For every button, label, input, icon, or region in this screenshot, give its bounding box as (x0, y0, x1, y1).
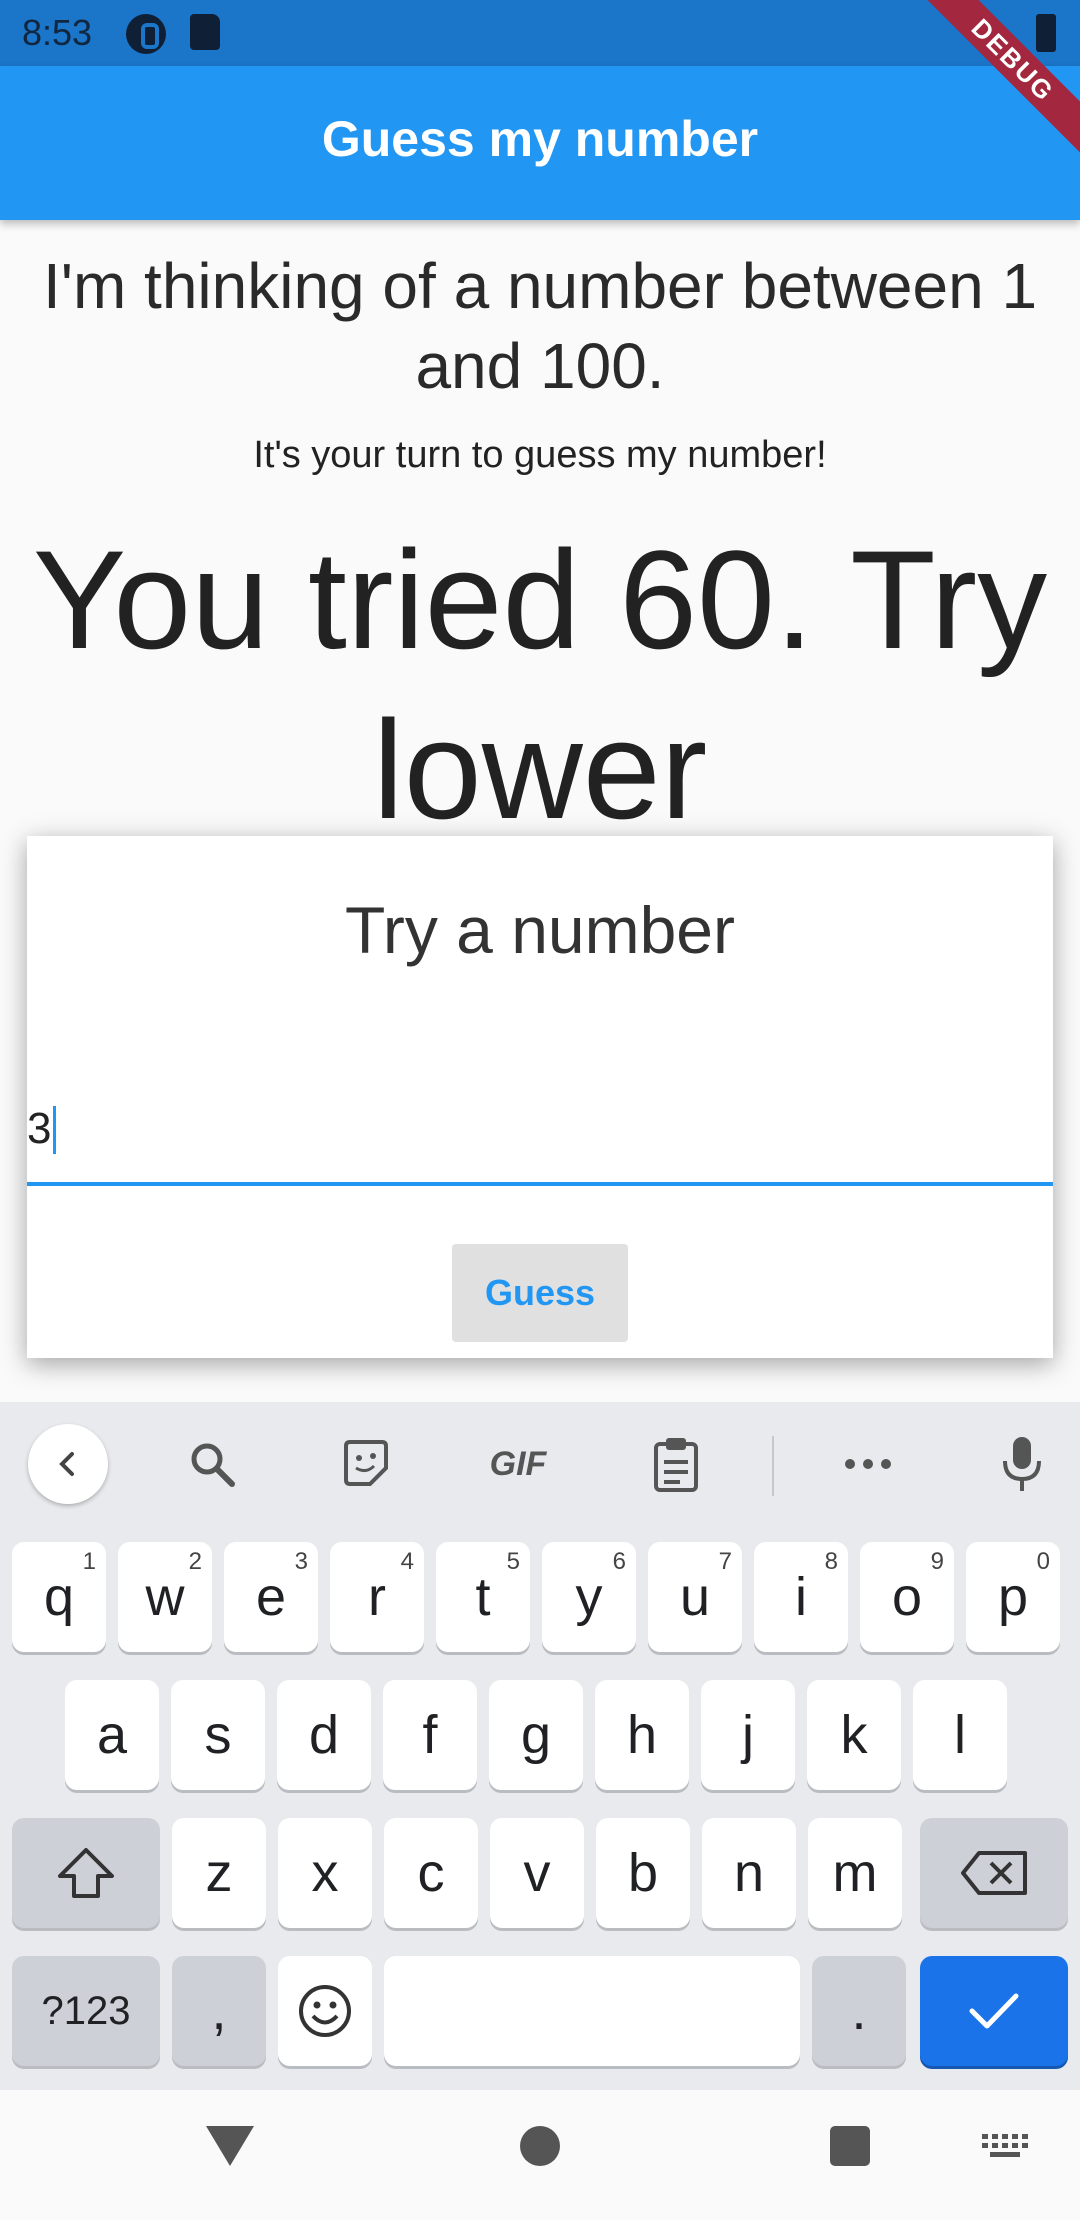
status-bar: 8:53 (0, 0, 1080, 66)
status-time: 8:53 (22, 12, 93, 53)
key-q[interactable]: q1 (12, 1542, 106, 1652)
key-label: y (575, 1567, 603, 1627)
number-input[interactable] (27, 1086, 1053, 1186)
key-f[interactable]: f (383, 1680, 477, 1790)
key-label: w (145, 1567, 185, 1627)
emoji-key[interactable] (278, 1956, 372, 2066)
guess-dialog: Try a number Guess (27, 836, 1053, 1358)
symbols-key[interactable]: ?123 (12, 1956, 160, 2066)
toolbar-divider (772, 1436, 774, 1496)
key-hint: 2 (188, 1548, 202, 1575)
key-z[interactable]: z (172, 1818, 266, 1928)
soft-keyboard: GIF q1 w2 e3 r4 t5 y6 u7 i8 o9 p0 a s d … (0, 1402, 1080, 2090)
keyboard-sticker-button[interactable] (326, 1424, 406, 1504)
key-label: r (368, 1567, 386, 1627)
navigation-bar (0, 2090, 1080, 2220)
battery-icon (1036, 14, 1056, 52)
key-label: i (795, 1567, 807, 1627)
search-icon (191, 1443, 235, 1487)
key-e[interactable]: e3 (224, 1542, 318, 1652)
microphone-icon (1003, 1437, 1041, 1491)
nav-recents-icon[interactable] (830, 2126, 870, 2166)
key-hint: 7 (718, 1548, 732, 1575)
key-hint: 3 (294, 1548, 308, 1575)
shift-key[interactable] (12, 1818, 160, 1928)
backspace-icon (961, 1851, 1027, 1895)
key-k[interactable]: k (807, 1680, 901, 1790)
key-s[interactable]: s (171, 1680, 265, 1790)
app-bar-title: Guess my number (321, 111, 759, 167)
key-m[interactable]: m (808, 1818, 902, 1928)
backspace-key[interactable] (920, 1818, 1068, 1928)
key-c[interactable]: c (384, 1818, 478, 1928)
key-label: q (43, 1567, 75, 1627)
shift-icon (58, 1848, 114, 1898)
key-o[interactable]: o9 (860, 1542, 954, 1652)
key-a[interactable]: a (65, 1680, 159, 1790)
text-caret (53, 1106, 56, 1154)
checkmark-icon (969, 1993, 1019, 2029)
keyboard-voice-button[interactable] (982, 1424, 1062, 1504)
sd-card-icon (190, 14, 220, 50)
key-label: p (997, 1567, 1029, 1627)
key-label: t (475, 1567, 491, 1627)
key-label: o (891, 1567, 923, 1627)
key-j[interactable]: j (701, 1680, 795, 1790)
keyboard-search-button[interactable] (172, 1424, 252, 1504)
dialog-title: Try a number (344, 893, 735, 967)
key-hint: 4 (400, 1548, 414, 1575)
key-r[interactable]: r4 (330, 1542, 424, 1652)
comma-key[interactable]: , (172, 1956, 266, 2066)
guess-feedback: You tried 60. Try lower (32, 521, 1048, 848)
notification-app-icon (126, 14, 166, 54)
key-l[interactable]: l (913, 1680, 1007, 1790)
key-hint: 9 (930, 1548, 944, 1575)
more-horizontal-icon (845, 1459, 891, 1469)
sticker-icon (344, 1440, 388, 1486)
key-hint: 6 (612, 1548, 626, 1575)
key-x[interactable]: x (278, 1818, 372, 1928)
key-b[interactable]: b (596, 1818, 690, 1928)
key-i[interactable]: i8 (754, 1542, 848, 1652)
space-key[interactable] (384, 1956, 800, 2066)
key-h[interactable]: h (595, 1680, 689, 1790)
chevron-left-icon (59, 1452, 74, 1476)
key-d[interactable]: d (277, 1680, 371, 1790)
key-w[interactable]: w2 (118, 1542, 212, 1652)
key-hint: 0 (1036, 1548, 1050, 1575)
app-bar: Guess my number (0, 66, 1080, 220)
subtitle-text: It's your turn to guess my number! (253, 434, 827, 476)
key-label: u (679, 1567, 711, 1627)
clipboard-icon (654, 1438, 698, 1492)
key-t[interactable]: t5 (436, 1542, 530, 1652)
guess-button[interactable]: Guess (452, 1244, 628, 1342)
key-n[interactable]: n (702, 1818, 796, 1928)
key-p[interactable]: p0 (966, 1542, 1060, 1652)
key-y[interactable]: y6 (542, 1542, 636, 1652)
keyboard-back-button[interactable] (28, 1424, 108, 1504)
key-label: e (255, 1567, 287, 1627)
key-g[interactable]: g (489, 1680, 583, 1790)
keyboard-clipboard-button[interactable] (636, 1424, 716, 1504)
nav-back-icon[interactable] (206, 2126, 254, 2166)
done-key[interactable] (920, 1956, 1068, 2066)
key-v[interactable]: v (490, 1818, 584, 1928)
key-hint: 1 (82, 1548, 96, 1575)
nav-home-icon[interactable] (520, 2126, 560, 2166)
key-u[interactable]: u7 (648, 1542, 742, 1652)
keyboard-gif-button[interactable]: GIF (478, 1424, 558, 1504)
emoji-icon (299, 1985, 351, 2037)
intro-text: I'm thinking of a number between 1 and 1… (42, 250, 1038, 402)
key-hint: 8 (824, 1548, 838, 1575)
keyboard-more-button[interactable] (828, 1424, 908, 1504)
period-key[interactable]: . (812, 1956, 906, 2066)
keyboard-toolbar: GIF (0, 1402, 1080, 1522)
keyboard-switch-icon[interactable] (982, 2134, 1028, 2164)
key-hint: 5 (506, 1548, 520, 1575)
